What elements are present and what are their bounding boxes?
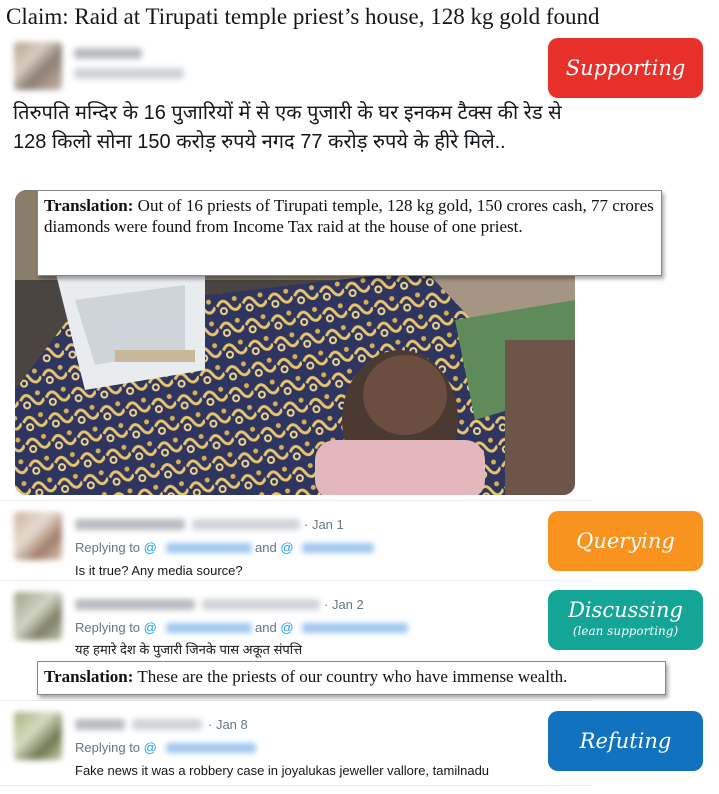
tweet-date[interactable]: · Jan 1: [304, 517, 344, 532]
user-handle[interactable]: [202, 599, 320, 610]
mention-handle[interactable]: [166, 623, 252, 633]
username[interactable]: [75, 519, 185, 530]
stance-badge-querying: Querying: [548, 511, 703, 571]
translation-label: Translation:: [44, 196, 134, 215]
translation-text: These are the priests of our country who…: [133, 667, 568, 686]
replying-to: Replying to @: [75, 740, 157, 755]
mention-link[interactable]: @: [144, 540, 157, 555]
avatar[interactable]: [14, 42, 62, 90]
user-handle[interactable]: [74, 68, 184, 79]
avatar[interactable]: [14, 712, 62, 760]
replying-to: Replying to @: [75, 540, 157, 555]
main-translation: Translation: Out of 16 priests of Tirupa…: [37, 190, 662, 276]
tweet-text: तिरुपति मन्दिर के 16 पुजारियों में से एक…: [13, 102, 562, 153]
username[interactable]: [74, 48, 142, 59]
reply-tweet-3[interactable]: · Jan 8 Replying to @ Fake news it was a…: [0, 701, 592, 786]
mention-handle[interactable]: [166, 543, 252, 553]
mention-link[interactable]: @: [144, 620, 157, 635]
mention-handle[interactable]: [166, 743, 256, 753]
and-text: and @: [255, 540, 294, 555]
stance-badge-discussing: Discussing (lean supporting): [548, 590, 703, 650]
user-handle[interactable]: [132, 719, 202, 730]
reply-tweet-1[interactable]: · Jan 1 Replying to @ and @ Is it true? …: [0, 501, 592, 581]
replying-to: Replying to @: [75, 620, 157, 635]
reply-text: यह हमारे देश के पुजारी जिनके पास अकूत सं…: [75, 642, 303, 657]
mention-handle[interactable]: [302, 543, 374, 553]
username[interactable]: [75, 719, 125, 730]
tweet-date[interactable]: · Jan 2: [324, 597, 364, 612]
user-handle[interactable]: [192, 519, 300, 530]
avatar[interactable]: [14, 512, 62, 560]
and-text: and @: [255, 620, 294, 635]
translation-text: Out of 16 priests of Tirupati temple, 12…: [44, 196, 654, 236]
translation-label: Translation:: [44, 667, 134, 686]
stance-badge-supporting: Supporting: [548, 38, 703, 98]
mention-link[interactable]: @: [280, 620, 293, 635]
claim-title: Claim: Raid at Tirupati temple priest’s …: [6, 4, 600, 29]
mention-handle[interactable]: [302, 623, 408, 633]
username[interactable]: [75, 599, 195, 610]
stance-badge-refuting: Refuting: [548, 711, 703, 771]
badge-label: Discussing: [568, 598, 683, 622]
reply-translation: Translation: These are the priests of ou…: [37, 661, 666, 695]
mention-link[interactable]: @: [144, 740, 157, 755]
tweet-date[interactable]: · Jan 8: [208, 717, 248, 732]
reply-text: Is it true? Any media source?: [75, 563, 243, 578]
mention-link[interactable]: @: [280, 540, 293, 555]
avatar[interactable]: [14, 592, 62, 640]
badge-sublabel: (lean supporting): [572, 624, 679, 638]
reply-text: Fake news it was a robbery case in joyal…: [75, 763, 490, 778]
